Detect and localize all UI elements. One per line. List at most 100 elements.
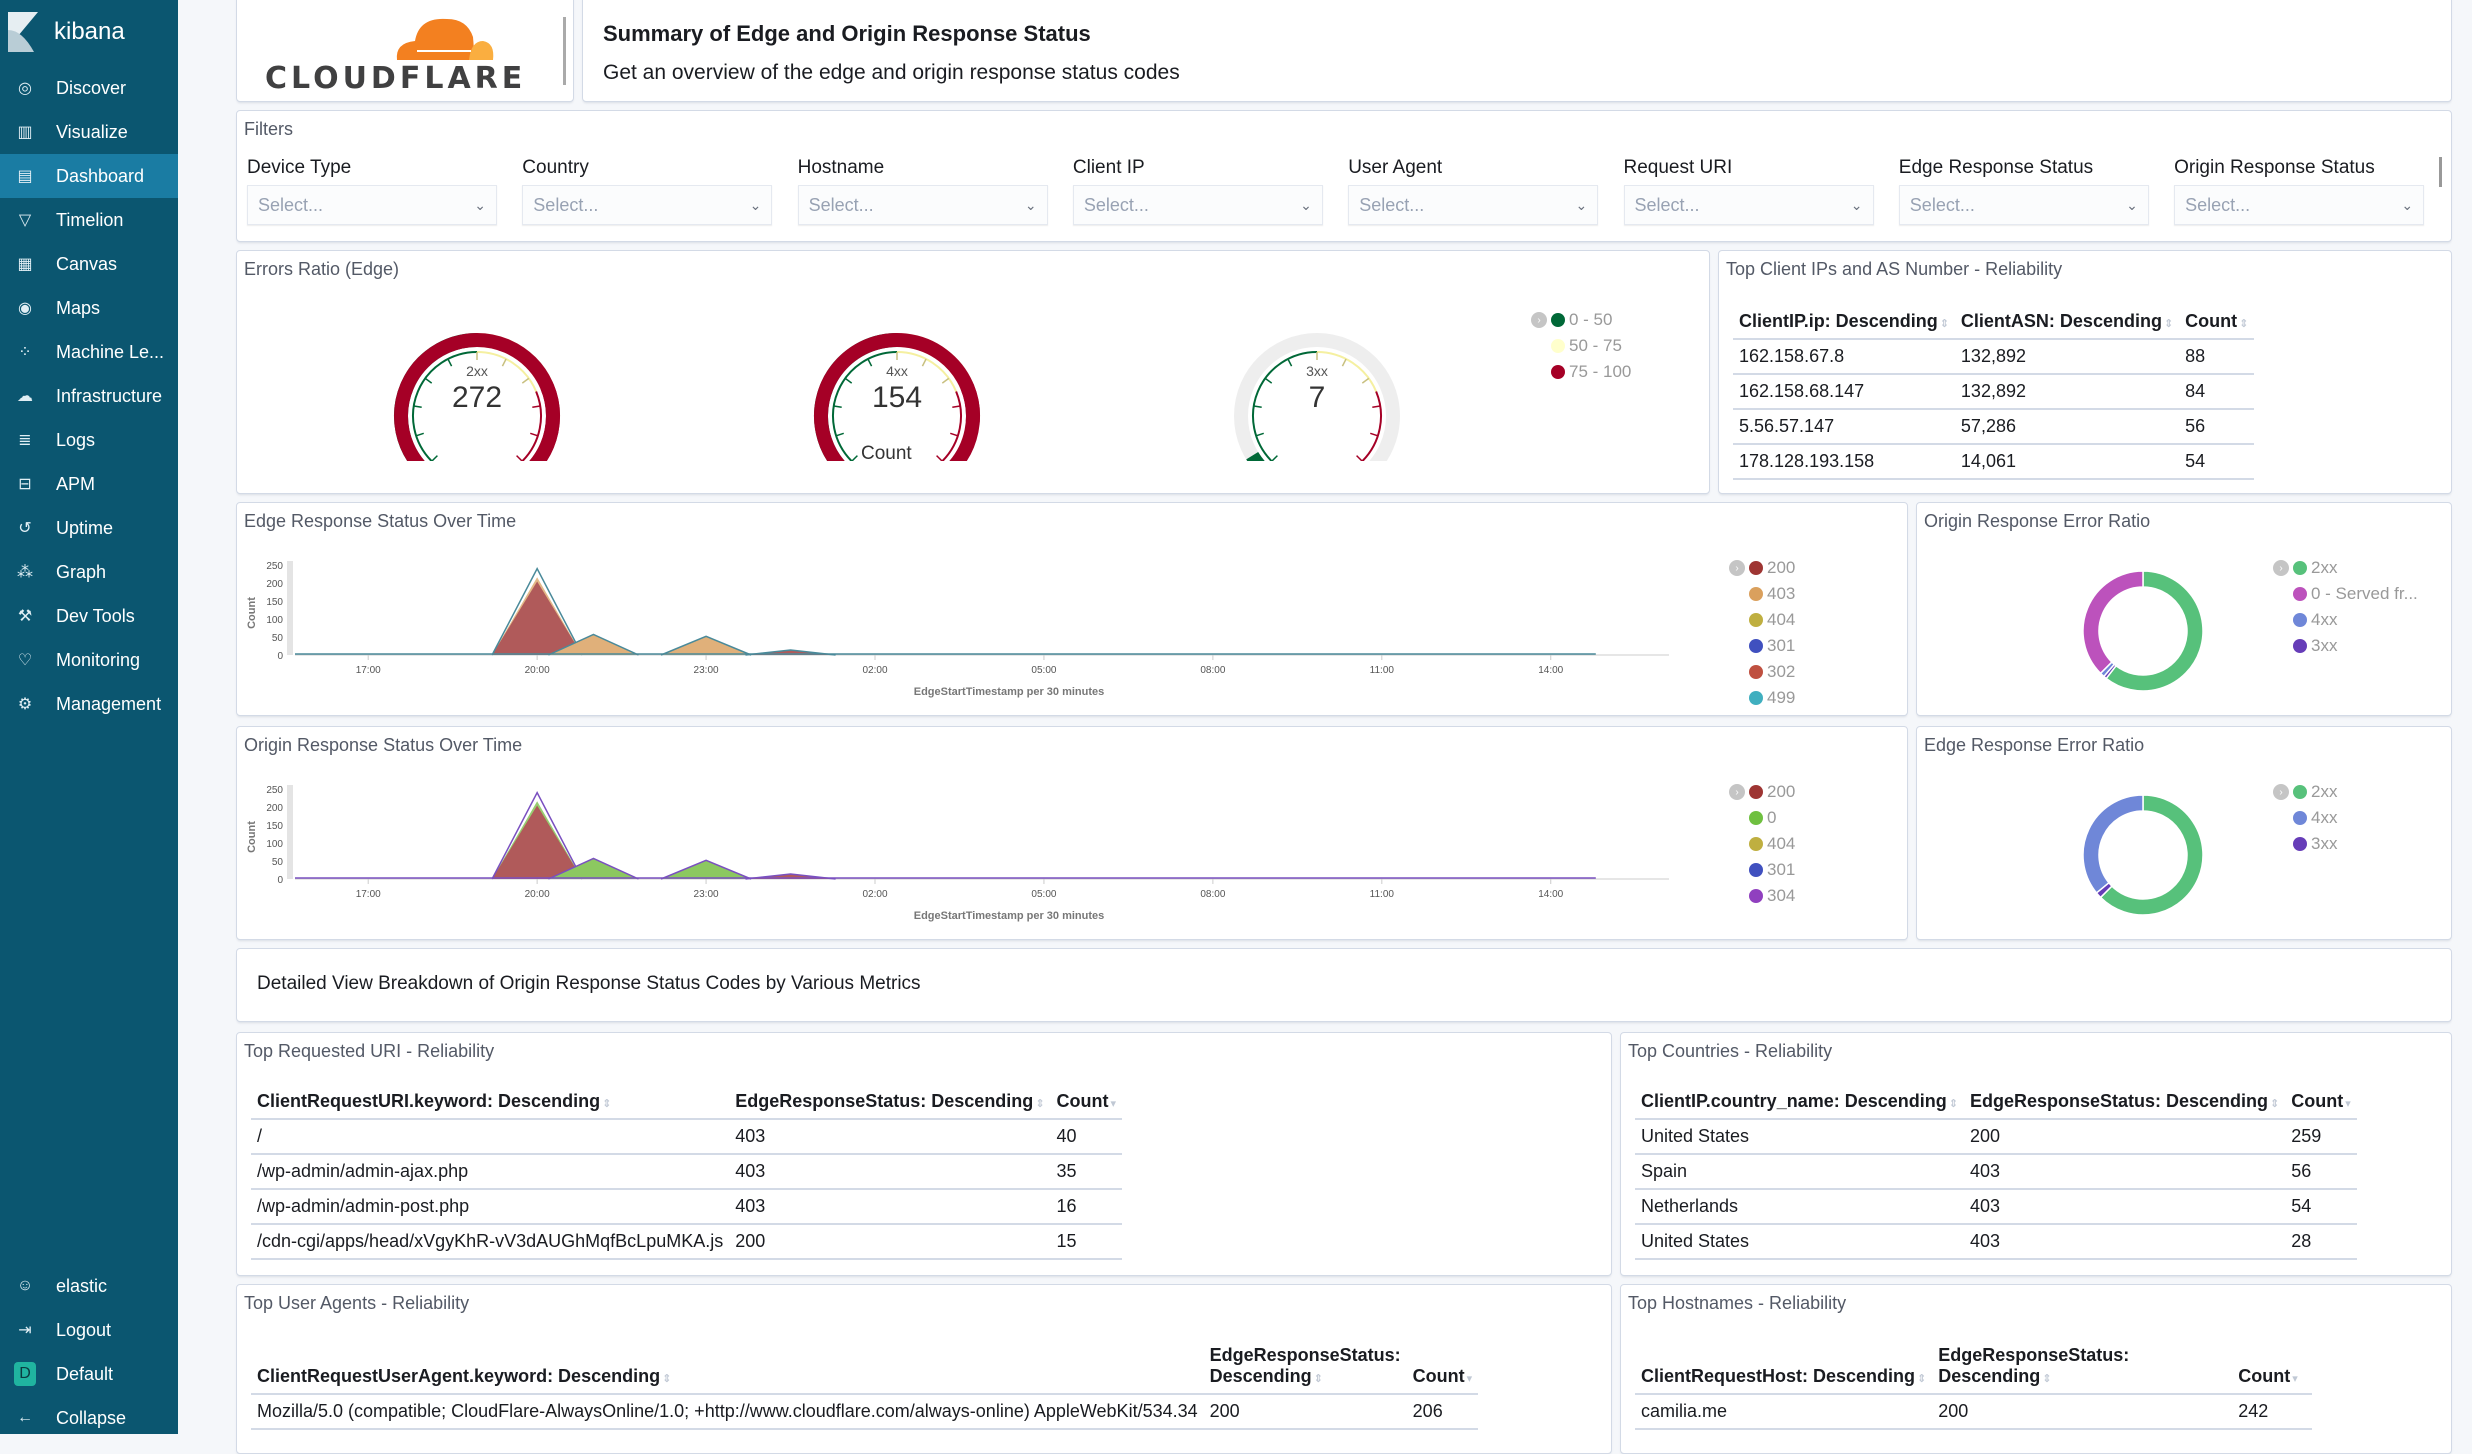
legend-toggle-icon[interactable]: › — [1531, 312, 1547, 328]
filter-select[interactable]: Select... ⌄ — [1898, 185, 2149, 225]
legend-item[interactable]: 302 — [1729, 659, 1795, 685]
legend-swatch — [1749, 639, 1763, 653]
table-header-row: ClientIP.ip: Descending ⇕ ClientASN: Desce… — [1733, 305, 2255, 340]
legend-item[interactable]: 3xx — [2273, 633, 2418, 659]
column-header[interactable]: EdgeResponseStatus: Descending ⇕ — [729, 1085, 1051, 1120]
sidebar-item-logs[interactable]: ≣ Logs — [0, 418, 178, 462]
sidebar-item-elastic[interactable]: ☺ elastic — [0, 1264, 178, 1308]
legend-item[interactable]: › 200 — [1729, 555, 1795, 581]
sidebar-item-infrastructure[interactable]: ☁ Infrastructure — [0, 374, 178, 418]
sidebar-item-collapse[interactable]: ← Collapse — [0, 1396, 178, 1440]
legend-label: 403 — [1767, 584, 1796, 603]
legend-item[interactable]: 404 — [1729, 607, 1795, 633]
legend-toggle-icon[interactable]: › — [2273, 560, 2289, 576]
sort-icon[interactable]: ▾ — [2292, 1373, 2298, 1385]
column-header[interactable]: ClientRequestURI.keyword: Descending ⇕ — [251, 1085, 730, 1120]
legend-label: 3xx — [2311, 834, 2338, 853]
sort-icon[interactable]: ⇕ — [1035, 1098, 1044, 1110]
column-header[interactable]: Count ▾ — [2285, 1085, 2357, 1120]
sort-icon[interactable]: ▾ — [1111, 1098, 1117, 1110]
sidebar-item-machine-le[interactable]: ⁘ Machine Le... — [0, 330, 178, 374]
sort-icon[interactable]: ▾ — [2345, 1098, 2351, 1110]
legend-toggle-icon[interactable]: › — [1729, 784, 1745, 800]
sidebar-item-dashboard[interactable]: ▤ Dashboard — [0, 154, 178, 198]
sort-icon[interactable]: ⇕ — [2042, 1373, 2051, 1385]
filter-select[interactable]: Select... ⌄ — [247, 185, 497, 225]
legend-item[interactable]: › 200 — [1729, 779, 1795, 805]
sort-icon[interactable]: ▾ — [1467, 1373, 1473, 1385]
column-header[interactable]: ClientRequestUserAgent.keyword: Descendi… — [251, 1339, 1204, 1395]
column-header[interactable]: Count ⇕ — [2179, 305, 2255, 340]
sort-icon[interactable]: ⇕ — [1949, 1098, 1958, 1110]
legend-item[interactable]: 4xx — [2273, 805, 2337, 831]
select-placeholder: Select... — [1359, 194, 1425, 215]
sidebar-item-discover[interactable]: ◎ Discover — [0, 66, 178, 110]
column-header[interactable]: ClientASN: Descending ⇕ — [1954, 305, 2180, 340]
filter-select[interactable]: Select... ⌄ — [1348, 185, 1599, 225]
sort-icon[interactable]: ⇕ — [662, 1373, 671, 1385]
x-tick-label: 05:00 — [1031, 665, 1056, 676]
sidebar-item-maps[interactable]: ◉ Maps — [0, 286, 178, 330]
column-header[interactable]: Count ▾ — [1050, 1085, 1123, 1120]
legend-swatch — [2293, 811, 2307, 825]
legend-item[interactable]: 301 — [1729, 633, 1795, 659]
sort-icon[interactable]: ⇕ — [1917, 1373, 1926, 1385]
column-header[interactable]: EdgeResponseStatus: Descending ⇕ — [1203, 1339, 1407, 1395]
legend-item[interactable]: 301 — [1729, 857, 1795, 883]
legend-item[interactable]: › 2xx — [2273, 779, 2337, 805]
filter-origin-response-status: Origin Response Status Select... ⌄ — [2174, 157, 2425, 225]
legend-item[interactable]: 50 - 75 — [1531, 333, 1631, 359]
column-header[interactable]: Count ▾ — [1406, 1339, 1479, 1395]
sidebar-item-uptime[interactable]: ↺ Uptime — [0, 506, 178, 550]
sidebar-item-label: Monitoring — [56, 649, 141, 670]
table-cell: 403 — [1963, 1189, 2286, 1225]
table-cell: /wp-admin/admin-ajax.php — [251, 1154, 730, 1190]
legend-item[interactable]: 4xx — [2273, 607, 2418, 633]
filter-select[interactable]: Select... ⌄ — [2174, 185, 2425, 225]
sidebar-item-label: Logs — [56, 429, 96, 450]
sidebar-item-apm[interactable]: ⊟ APM — [0, 462, 178, 506]
legend-toggle-icon[interactable]: › — [1729, 560, 1745, 576]
legend-item[interactable]: 403 — [1729, 581, 1795, 607]
legend-item[interactable]: › 2xx — [2273, 555, 2418, 581]
filter-select[interactable]: Select... ⌄ — [797, 185, 1048, 225]
filter-select[interactable]: Select... ⌄ — [522, 185, 773, 225]
sidebar-item-monitoring[interactable]: ♡ Monitoring — [0, 638, 178, 682]
column-header[interactable]: Count ▾ — [2232, 1339, 2313, 1395]
sidebar-item-timelion[interactable]: ▽ Timelion — [0, 198, 178, 242]
sidebar-item-default[interactable]: D Default — [0, 1352, 178, 1396]
legend-label: 499 — [1767, 688, 1796, 707]
table-cell: 54 — [2285, 1189, 2357, 1225]
sort-icon[interactable]: ⇕ — [602, 1098, 611, 1110]
sort-icon[interactable]: ⇕ — [2164, 318, 2173, 330]
cloudflare-cloud-icon — [396, 18, 494, 60]
sort-icon[interactable]: ⇕ — [2239, 318, 2248, 330]
kibana-logo[interactable]: kibana — [8, 8, 125, 56]
filters-scrollbar[interactable] — [2439, 157, 2442, 187]
legend-item[interactable]: 404 — [1729, 831, 1795, 857]
legend-item[interactable]: 0 — [1729, 805, 1795, 831]
legend-item[interactable]: 499 — [1729, 685, 1795, 711]
sidebar-item-visualize[interactable]: ▥ Visualize — [0, 110, 178, 154]
legend-toggle-icon[interactable]: › — [2273, 784, 2289, 800]
legend-item[interactable]: 304 — [1729, 883, 1795, 909]
sort-icon[interactable]: ⇕ — [2270, 1098, 2279, 1110]
column-header[interactable]: ClientIP.country_name: Descending ⇕ — [1635, 1085, 1964, 1120]
legend-item[interactable]: › 0 - 50 — [1531, 307, 1631, 333]
sort-icon[interactable]: ⇕ — [1314, 1373, 1323, 1385]
column-header[interactable]: ClientIP.ip: Descending ⇕ — [1733, 305, 1955, 340]
sidebar-item-dev-tools[interactable]: ⚒ Dev Tools — [0, 594, 178, 638]
sidebar-item-graph[interactable]: ⁂ Graph — [0, 550, 178, 594]
legend-item[interactable]: 75 - 100 — [1531, 359, 1631, 385]
filter-select[interactable]: Select... ⌄ — [1623, 185, 1874, 225]
sidebar-item-logout[interactable]: ⇥ Logout — [0, 1308, 178, 1352]
sidebar-item-canvas[interactable]: ▦ Canvas — [0, 242, 178, 286]
column-header[interactable]: EdgeResponseStatus: Descending ⇕ — [1963, 1085, 2286, 1120]
column-header[interactable]: EdgeResponseStatus: Descending ⇕ — [1932, 1339, 2233, 1395]
sort-icon[interactable]: ⇕ — [1940, 318, 1949, 330]
column-header[interactable]: ClientRequestHost: Descending ⇕ — [1635, 1339, 1933, 1395]
filter-select[interactable]: Select... ⌄ — [1072, 185, 1323, 225]
legend-item[interactable]: 3xx — [2273, 831, 2337, 857]
sidebar-item-management[interactable]: ⚙ Management — [0, 682, 178, 726]
legend-item[interactable]: 0 - Served fr... — [2273, 581, 2418, 607]
